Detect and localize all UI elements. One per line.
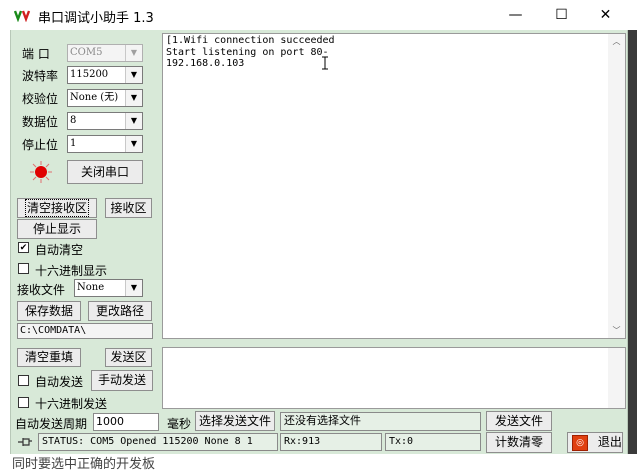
databits-select[interactable]: 8 ▼ [67,112,143,130]
maximize-icon: ☐ [555,7,568,23]
clear-receive-button[interactable]: 清空接收区 [17,198,97,218]
auto-send-checkbox[interactable] [18,375,29,386]
parity-select[interactable]: None (无) ▼ [67,89,143,107]
scroll-down-icon[interactable]: ﹀ [608,325,625,336]
send-file-status: 还没有选择文件 [280,412,481,431]
status-text: STATUS: COM5 Opened 115200 None 8 1 [38,433,278,451]
send-area-button[interactable]: 发送区 [105,348,152,367]
hex-display-checkbox[interactable] [18,263,29,274]
exit-icon: ◎ [572,434,588,451]
baud-label: 波特率 [22,69,59,83]
background-edge [628,30,637,454]
send-period-label: 自动发送周期 [15,417,88,431]
background-page: 同时要选中正确的开发板 [0,454,637,472]
select-send-file-button[interactable]: 选择发送文件 [195,411,275,431]
clear-resend-button[interactable]: 清空重填 [17,348,81,367]
stopbits-select[interactable]: 1 ▼ [67,135,143,153]
send-scrollbar[interactable] [608,348,625,408]
text-cursor-icon [322,56,328,70]
baud-select[interactable]: 115200 ▼ [67,66,143,84]
auto-clear-checkbox[interactable]: ✔ [18,242,29,253]
close-icon: ✕ [599,7,612,23]
parity-label: 校验位 [22,92,59,106]
background-text: 同时要选中正确的开发板 [12,457,156,472]
receive-textarea[interactable]: [1.Wifi connection succeeded Start listen… [162,33,626,339]
save-path-field[interactable]: C:\COMDATA\ [17,323,153,339]
scroll-up-icon[interactable]: ︿ [608,36,625,47]
receive-area-button[interactable]: 接收区 [105,198,152,218]
title-bar: 串口调试小助手 1.3 — ☐ ✕ [0,0,637,30]
send-file-button[interactable]: 发送文件 [486,411,552,431]
auto-clear-label: 自动清空 [35,243,84,257]
save-data-button[interactable]: 保存数据 [17,301,81,321]
receive-file-select[interactable]: None ▼ [74,279,143,297]
window-title: 串口调试小助手 1.3 [38,11,154,26]
close-button[interactable]: ✕ [582,0,629,30]
toggle-port-button[interactable]: 关闭串口 [67,160,143,184]
send-textarea[interactable] [162,347,626,409]
send-period-input[interactable]: 1000 [93,413,159,431]
chevron-down-icon: ▼ [125,113,142,129]
hex-send-checkbox[interactable] [18,397,29,408]
chevron-down-icon: ▼ [125,280,142,296]
pin-icon[interactable] [17,436,33,448]
port-select[interactable]: COM5 ▼ [67,44,143,62]
chevron-down-icon: ▼ [125,67,142,83]
databits-label: 数据位 [22,115,59,129]
hex-send-label: 十六进制发送 [35,397,108,411]
receive-scrollbar[interactable]: ︿ ﹀ [608,34,625,338]
chevron-down-icon: ▼ [125,90,142,106]
send-period-unit: 毫秒 [167,417,192,431]
port-label: 端 口 [22,47,50,61]
exit-label: 退出 [597,435,622,449]
auto-send-label: 自动发送 [35,375,84,389]
change-path-button[interactable]: 更改路径 [88,301,152,321]
reset-count-button[interactable]: 计数清零 [486,432,552,453]
receive-file-label: 接收文件 [17,283,66,297]
chevron-down-icon: ▼ [125,45,142,61]
stop-display-button[interactable]: 停止显示 [17,219,97,239]
exit-button[interactable]: ◎ 退出 [567,432,623,453]
port-status-led-icon [30,161,52,183]
hex-display-label: 十六进制显示 [35,264,108,278]
tx-count: Tx:0 [385,433,481,451]
maximize-button[interactable]: ☐ [538,0,585,30]
manual-send-button[interactable]: 手动发送 [91,370,153,391]
chevron-down-icon: ▼ [125,136,142,152]
app-logo-icon [14,10,31,22]
stopbits-label: 停止位 [22,138,59,152]
minimize-button[interactable]: — [492,0,539,30]
minimize-icon: — [508,7,523,23]
rx-count: Rx:913 [280,433,382,451]
receive-content: [1.Wifi connection succeeded Start listen… [166,35,335,69]
